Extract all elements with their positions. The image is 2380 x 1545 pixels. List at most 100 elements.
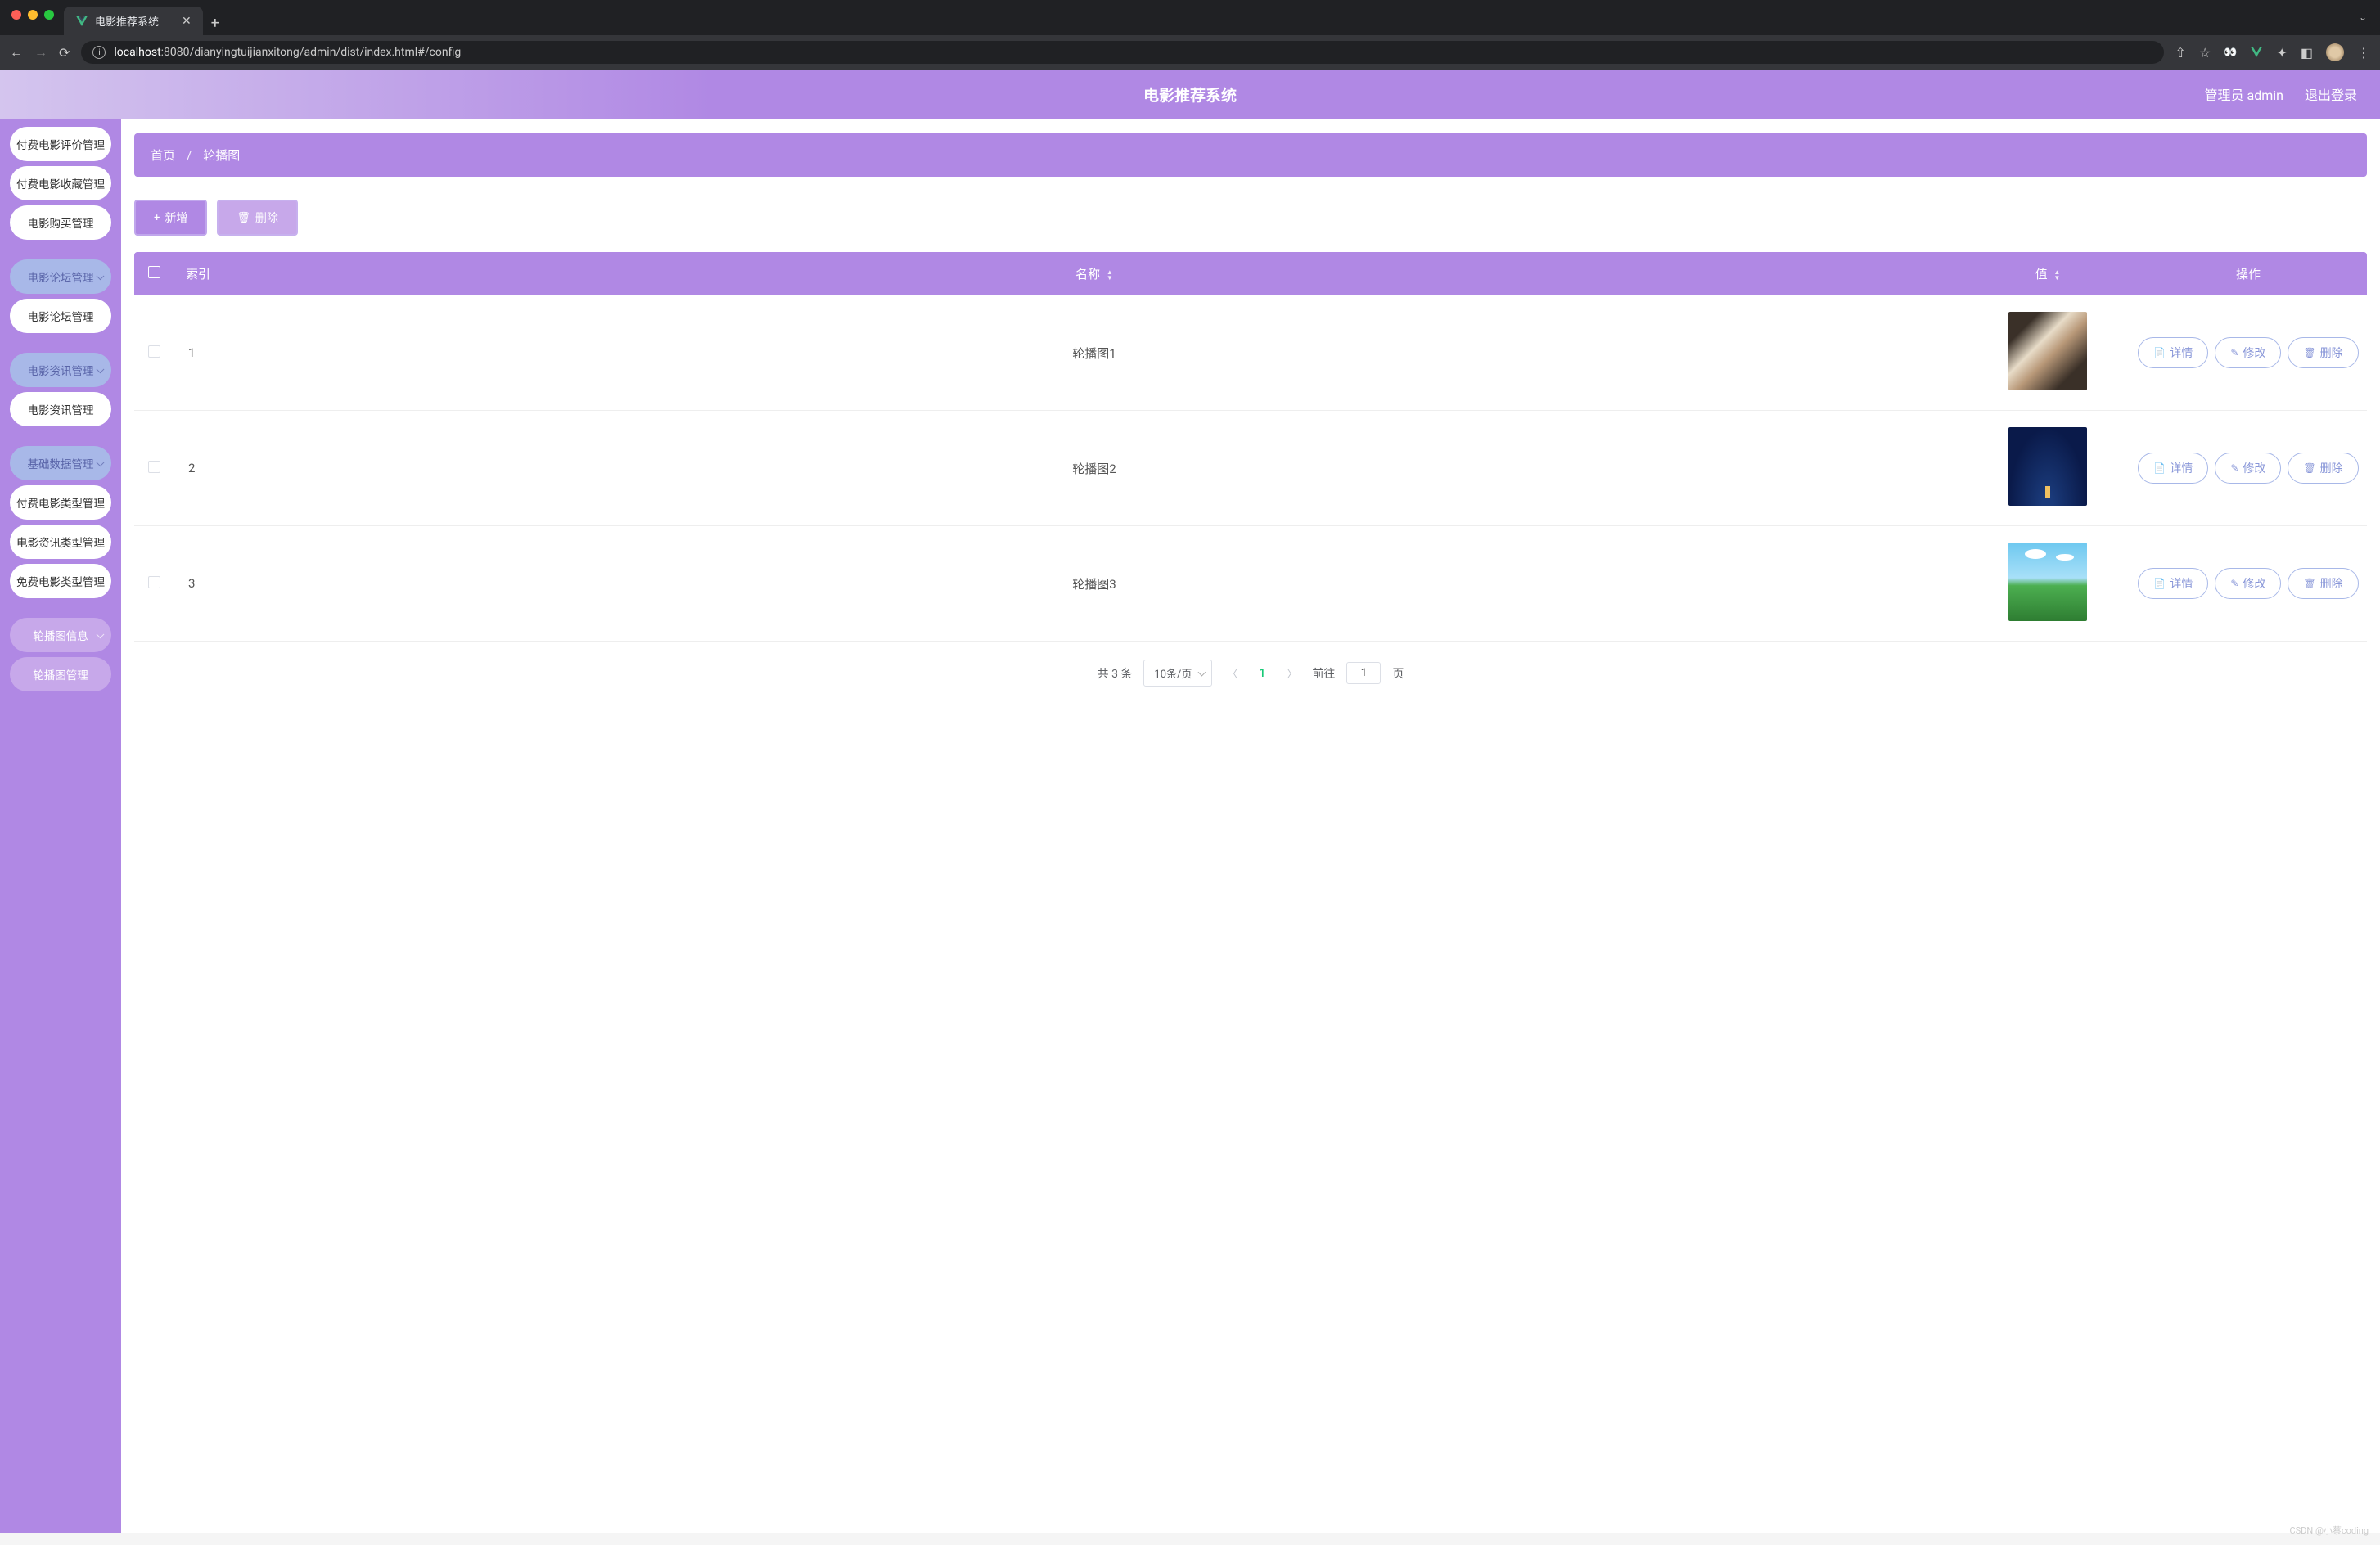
trash-icon: 🗑 [2303, 578, 2315, 589]
window-minimize-icon[interactable] [28, 10, 38, 20]
doc-icon: 📄 [2153, 347, 2166, 358]
header-index[interactable]: 索引 [174, 252, 223, 295]
header-ops: 操作 [2130, 252, 2367, 295]
sidebar-item-10[interactable]: 免费电影类型管理 [10, 564, 111, 598]
header-name[interactable]: 名称 ▲▼ [223, 252, 1966, 295]
page-size-select[interactable]: 10条/页 [1143, 660, 1212, 687]
sidebar-item-3[interactable]: 电影论坛管理 [10, 259, 111, 294]
menu-icon[interactable]: ⋮ [2357, 45, 2370, 61]
doc-icon: 📄 [2153, 578, 2166, 589]
browser-chrome: ⌄ 电影推荐系统 ✕ + ← → ⟳ i localhost:8080/dian… [0, 0, 2380, 70]
row-name: 轮播图3 [223, 526, 1966, 642]
row-name: 轮播图2 [223, 411, 1966, 526]
extensions-icon[interactable]: ✦ [2276, 45, 2287, 61]
sidebar-item-5[interactable]: 电影资讯管理 [10, 353, 111, 387]
nav-bar: ← → ⟳ i localhost:8080/dianyingtuijianxi… [0, 35, 2380, 70]
goto-prefix: 前往 [1312, 665, 1335, 682]
new-tab-button[interactable]: + [211, 15, 219, 32]
pagination-total: 共 3 条 [1098, 665, 1133, 682]
select-all-checkbox[interactable] [148, 266, 160, 278]
forward-icon[interactable]: → [34, 44, 47, 61]
row-index: 1 [174, 295, 223, 411]
sidebar-item-6[interactable]: 电影资讯管理 [10, 392, 111, 426]
plus-icon: + [154, 212, 160, 224]
vue-ext-icon[interactable] [2250, 46, 2263, 59]
profile-avatar[interactable] [2326, 43, 2344, 61]
trash-icon: 🗑 [2303, 347, 2315, 358]
tab-close-icon[interactable]: ✕ [182, 15, 192, 28]
row-checkbox[interactable] [148, 461, 160, 473]
page-number[interactable]: 1 [1252, 667, 1272, 680]
browser-tab[interactable]: 电影推荐系统 ✕ [64, 7, 203, 35]
breadcrumb: 首页 / 轮播图 [134, 133, 2367, 177]
edit-icon: ✎ [2230, 347, 2238, 358]
edit-button[interactable]: ✎修改 [2215, 337, 2281, 368]
eyes-icon[interactable]: 👀 [2224, 47, 2237, 59]
table-row: 1 轮播图1 📄详情 ✎修改 🗑删除 [134, 295, 2367, 411]
sidebar-item-9[interactable]: 电影资讯类型管理 [10, 525, 111, 559]
table-row: 2 轮播图2 📄详情 ✎修改 🗑删除 [134, 411, 2367, 526]
user-label[interactable]: 管理员 admin [2205, 84, 2283, 104]
main-content: 首页 / 轮播图 + 新增 🗑 删除 索引 [121, 119, 2380, 1533]
reload-icon[interactable]: ⟳ [59, 45, 70, 61]
sort-icon[interactable]: ▲▼ [2053, 269, 2060, 281]
prev-page-icon[interactable]: 〈 [1224, 665, 1241, 681]
header-right: 管理员 admin 退出登录 [2205, 84, 2357, 104]
delete-button-label: 删除 [255, 209, 278, 226]
goto-page-input[interactable] [1346, 662, 1381, 684]
sidebar-item-1[interactable]: 付费电影收藏管理 [10, 166, 111, 200]
detail-button[interactable]: 📄详情 [2138, 337, 2208, 368]
detail-button[interactable]: 📄详情 [2138, 453, 2208, 484]
header-checkbox-cell [134, 252, 174, 295]
bookmark-icon[interactable]: ☆ [2199, 45, 2211, 61]
logout-link[interactable]: 退出登录 [2305, 84, 2357, 104]
share-icon[interactable]: ⇧ [2175, 45, 2186, 61]
edit-icon: ✎ [2230, 462, 2238, 474]
sidebar-item-11[interactable]: 轮播图信息 [10, 618, 111, 652]
panel-icon[interactable]: ◧ [2301, 45, 2313, 61]
sidebar-item-12[interactable]: 轮播图管理 [10, 657, 111, 691]
url-text: localhost:8080/dianyingtuijianxitong/adm… [114, 46, 461, 59]
app-title: 电影推荐系统 [1143, 83, 1237, 106]
row-thumbnail[interactable] [2008, 427, 2087, 506]
sidebar: 付费电影评价管理付费电影收藏管理电影购买管理电影论坛管理电影论坛管理电影资讯管理… [0, 119, 121, 1533]
tab-title: 电影推荐系统 [95, 13, 159, 29]
window-maximize-icon[interactable] [44, 10, 54, 20]
pagination: 共 3 条 10条/页 〈 1 〉 前往 页 [134, 660, 2367, 687]
add-button-label: 新增 [165, 209, 187, 226]
row-thumbnail[interactable] [2008, 543, 2087, 621]
edit-button[interactable]: ✎修改 [2215, 568, 2281, 599]
window-chevron-icon[interactable]: ⌄ [2359, 11, 2367, 23]
sidebar-item-7[interactable]: 基础数据管理 [10, 446, 111, 480]
row-checkbox[interactable] [148, 345, 160, 358]
row-delete-button[interactable]: 🗑删除 [2288, 568, 2358, 599]
site-info-icon[interactable]: i [92, 46, 106, 59]
row-thumbnail[interactable] [2008, 312, 2087, 390]
vue-icon [75, 15, 88, 28]
detail-button[interactable]: 📄详情 [2138, 568, 2208, 599]
trash-icon: 🗑 [237, 212, 250, 224]
sort-icon[interactable]: ▲▼ [1107, 269, 1113, 281]
url-bar[interactable]: i localhost:8080/dianyingtuijianxitong/a… [81, 41, 2163, 64]
window-close-icon[interactable] [11, 10, 21, 20]
row-delete-button[interactable]: 🗑删除 [2288, 453, 2358, 484]
row-delete-button[interactable]: 🗑删除 [2288, 337, 2358, 368]
table-row: 3 轮播图3 📄详情 ✎修改 🗑删除 [134, 526, 2367, 642]
next-page-icon[interactable]: 〉 [1283, 665, 1300, 681]
sidebar-item-8[interactable]: 付费电影类型管理 [10, 485, 111, 520]
edit-button[interactable]: ✎修改 [2215, 453, 2281, 484]
row-index: 3 [174, 526, 223, 642]
add-button[interactable]: + 新增 [134, 200, 207, 236]
sidebar-item-4[interactable]: 电影论坛管理 [10, 299, 111, 333]
header-value[interactable]: 值 ▲▼ [1966, 252, 2130, 295]
sidebar-item-0[interactable]: 付费电影评价管理 [10, 127, 111, 161]
breadcrumb-current: 轮播图 [203, 146, 240, 164]
toolbar: + 新增 🗑 删除 [134, 200, 2367, 236]
sidebar-item-2[interactable]: 电影购买管理 [10, 205, 111, 240]
row-name: 轮播图1 [223, 295, 1966, 411]
back-icon[interactable]: ← [10, 44, 23, 61]
delete-button[interactable]: 🗑 删除 [217, 200, 298, 236]
breadcrumb-home[interactable]: 首页 [151, 146, 175, 164]
row-checkbox[interactable] [148, 576, 160, 588]
tab-bar: 电影推荐系统 ✕ + [0, 29, 2380, 35]
